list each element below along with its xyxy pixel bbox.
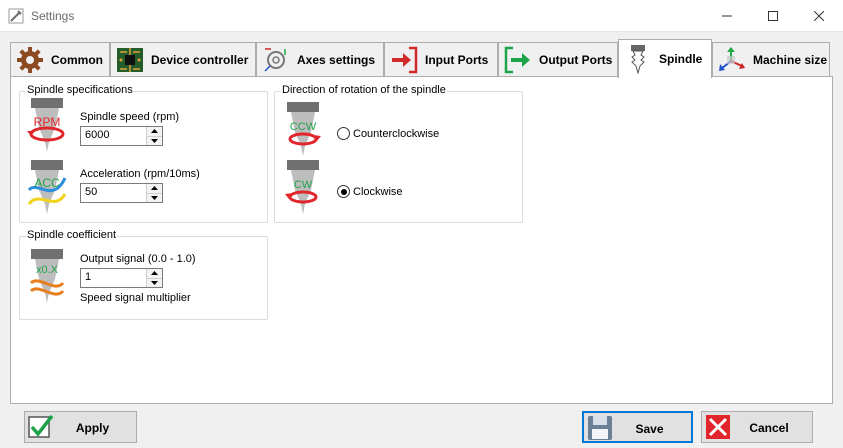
output-signal-input[interactable]: 1 [81,269,146,287]
spindle-coefficient-group: Spindle coefficient x0.X Output signal (… [19,229,268,320]
circuit-board-icon [117,48,143,72]
caret-up-icon [151,186,158,191]
cw-spindle-icon: CW [285,160,319,214]
tab-output-ports[interactable]: Output Ports [498,42,618,77]
tab-machine-size[interactable]: Machine size [712,42,830,77]
caret-down-icon [151,280,158,285]
tab-label: Spindle [659,52,703,66]
group-title: Direction of rotation of the spindle [281,84,447,96]
spin-down-button[interactable] [147,135,162,145]
acceleration-spinbox[interactable]: 50 [80,183,163,203]
caret-up-icon [151,271,158,276]
acceleration-label: Acceleration (rpm/10ms) [80,168,200,180]
ccw-radio-option[interactable]: Counterclockwise [337,127,439,140]
arrow-right-out-icon [504,46,530,74]
spindle-speed-spinbox[interactable]: 6000 [80,126,163,146]
ccw-icon-text: CCW [290,121,317,133]
minimize-icon [722,15,732,16]
minimize-button[interactable] [704,0,750,31]
spin-buttons [146,184,162,202]
tab-label: Input Ports [425,53,489,67]
cancel-button[interactable]: Cancel [701,411,813,443]
speed-signal-multiplier-label: Speed signal multiplier [80,292,191,304]
output-signal-label: Output signal (0.0 - 1.0) [80,253,196,265]
spin-buttons [146,127,162,145]
cw-radio[interactable] [337,185,350,198]
caret-down-icon [151,195,158,200]
spin-up-button[interactable] [147,269,162,278]
acceleration-spindle-icon: ACC [27,160,67,214]
spin-down-button[interactable] [147,277,162,287]
caret-down-icon [151,138,158,143]
tab-axes-settings[interactable]: Axes settings [256,42,384,77]
maximize-button[interactable] [750,0,796,31]
tab-device-controller[interactable]: Device controller [110,42,256,77]
spindle-tab-panel: Spindle specifications RPM Spindle speed… [10,76,833,404]
axes-gear-icon [264,48,286,72]
ccw-radio-label: Counterclockwise [353,127,440,140]
tab-label: Axes settings [297,53,376,67]
xyz-axes-icon [719,47,745,71]
acceleration-input[interactable]: 50 [81,184,146,202]
ccw-spindle-icon: CCW [287,102,321,156]
output-signal-spinbox[interactable]: 1 [80,268,163,288]
cw-radio-option[interactable]: Clockwise [337,185,403,198]
maximize-icon [768,10,778,21]
multiplier-icon-text: x0.X [36,264,59,276]
spin-down-button[interactable] [147,192,162,202]
save-button-label: Save [635,422,664,436]
rpm-spindle-icon: RPM [27,98,65,152]
apply-button[interactable]: Apply [24,411,137,443]
tab-bar: Common Device controller Axes settings I… [10,39,832,78]
tab-common[interactable]: Common [10,42,110,77]
caret-up-icon [151,129,158,134]
settings-wrench-icon [8,8,24,24]
cancel-button-label: Cancel [749,421,789,435]
spin-buttons [146,269,162,287]
apply-button-label: Apply [75,421,110,435]
spindle-speed-label: Spindle speed (rpm) [80,111,180,123]
rotation-direction-group: Direction of rotation of the spindle CCW… [274,84,523,223]
spin-up-button[interactable] [147,184,162,193]
close-icon [814,10,824,21]
spindle-speed-input[interactable]: 6000 [81,127,146,145]
tab-label: Output Ports [539,53,613,67]
title-bar: Settings [0,0,843,32]
multiplier-spindle-icon: x0.X [29,249,65,303]
tab-spindle[interactable]: Spindle [618,39,712,78]
group-title: Spindle specifications [26,84,134,96]
group-title: Spindle coefficient [26,229,118,241]
acc-icon-text: ACC [34,176,60,190]
tab-input-ports[interactable]: Input Ports [384,42,498,77]
cw-radio-label: Clockwise [353,185,403,198]
close-button[interactable] [796,0,842,31]
arrow-right-in-icon [392,46,418,74]
rpm-icon-text: RPM [34,115,61,129]
window-title: Settings [31,9,75,23]
tab-label: Device controller [151,53,249,67]
spindle-icon [631,45,645,74]
spin-up-button[interactable] [147,127,162,136]
tab-label: Common [51,53,103,67]
cw-icon-text: CW [294,179,313,191]
spindle-specifications-group: Spindle specifications RPM Spindle speed… [19,84,268,223]
ccw-radio[interactable] [337,127,350,140]
save-button[interactable]: Save [582,411,693,443]
gear-icon [17,47,43,73]
tab-label: Machine size [753,53,828,67]
